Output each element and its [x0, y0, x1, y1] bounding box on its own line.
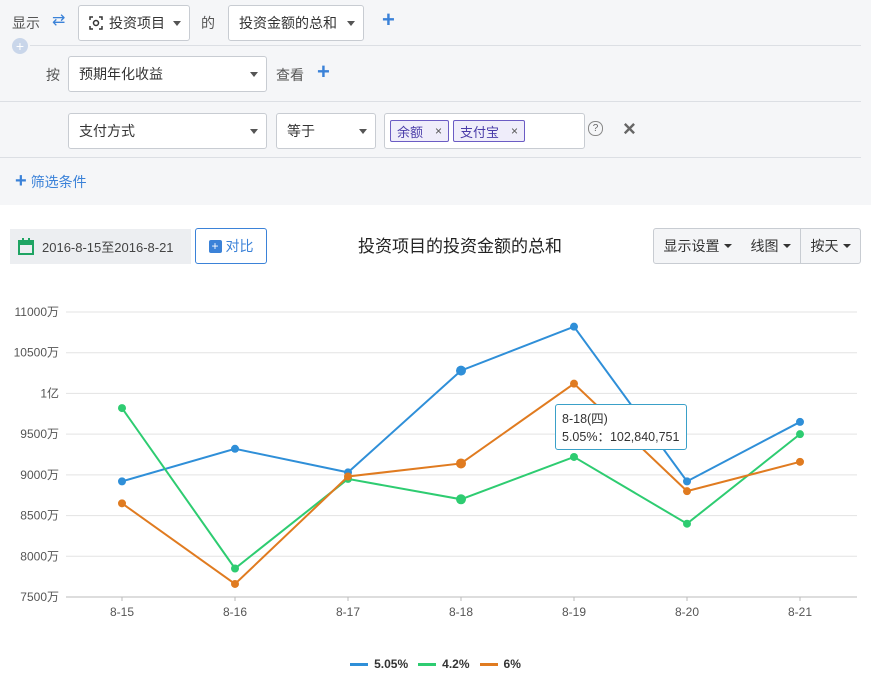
data-point	[796, 457, 804, 466]
data-point	[683, 487, 691, 496]
legend-item[interactable]: 5.05%	[350, 657, 408, 671]
data-point	[118, 477, 126, 486]
data-point	[683, 519, 691, 528]
legend-swatch	[418, 662, 437, 666]
data-point	[118, 404, 126, 413]
data-point	[118, 499, 126, 508]
y-tick-label: 9000万	[20, 468, 59, 482]
data-point	[456, 458, 466, 469]
data-point	[570, 452, 578, 461]
data-point	[796, 430, 804, 439]
series-line	[121, 325, 801, 483]
legend-label: 5.05%	[374, 657, 409, 671]
data-point	[231, 444, 239, 453]
data-point	[456, 494, 466, 505]
y-tick-label: 9500万	[20, 427, 59, 441]
line-chart: 7500万 8000万 8500万 9000万 9500万 1亿 10500万 11000万 8…	[14, 305, 857, 619]
data-point	[796, 417, 804, 426]
chart-legend: 5.05% 4.2% 6%	[0, 657, 871, 671]
legend-swatch	[350, 662, 369, 666]
x-tick-label: 8-19	[562, 605, 586, 619]
x-tick-label: 8-20	[675, 605, 699, 619]
x-tick-label: 8-21	[788, 605, 812, 619]
x-tick-label: 8-16	[223, 605, 247, 619]
tooltip-title: 8-18(四)	[562, 412, 608, 426]
data-point	[456, 365, 466, 376]
data-point	[344, 472, 352, 481]
legend-swatch	[479, 662, 498, 666]
x-tick-label: 8-17	[336, 605, 360, 619]
y-tick-label: 8000万	[20, 549, 59, 563]
data-point	[231, 564, 239, 573]
chart-tooltip: 8-18(四) 5.05%：102,840,751	[555, 404, 687, 450]
y-tick-label: 7500万	[20, 590, 59, 604]
y-tick-label: 10500万	[14, 346, 59, 360]
tooltip-value: 5.05%：102,840,751	[562, 430, 680, 444]
data-point	[570, 322, 578, 331]
legend-item[interactable]: 4.2%	[418, 657, 470, 671]
y-tick-label: 1亿	[40, 385, 59, 400]
x-tick-label: 8-15	[110, 605, 134, 619]
legend-label: 4.2%	[442, 657, 470, 671]
data-point	[231, 579, 239, 588]
legend-item[interactable]: 6%	[479, 657, 521, 671]
y-tick-label: 8500万	[20, 509, 59, 523]
legend-label: 6%	[503, 657, 521, 671]
data-point	[570, 379, 578, 388]
x-tick-label: 8-18	[449, 605, 473, 619]
y-tick-label: 11000万	[15, 305, 59, 319]
data-point	[683, 477, 691, 486]
